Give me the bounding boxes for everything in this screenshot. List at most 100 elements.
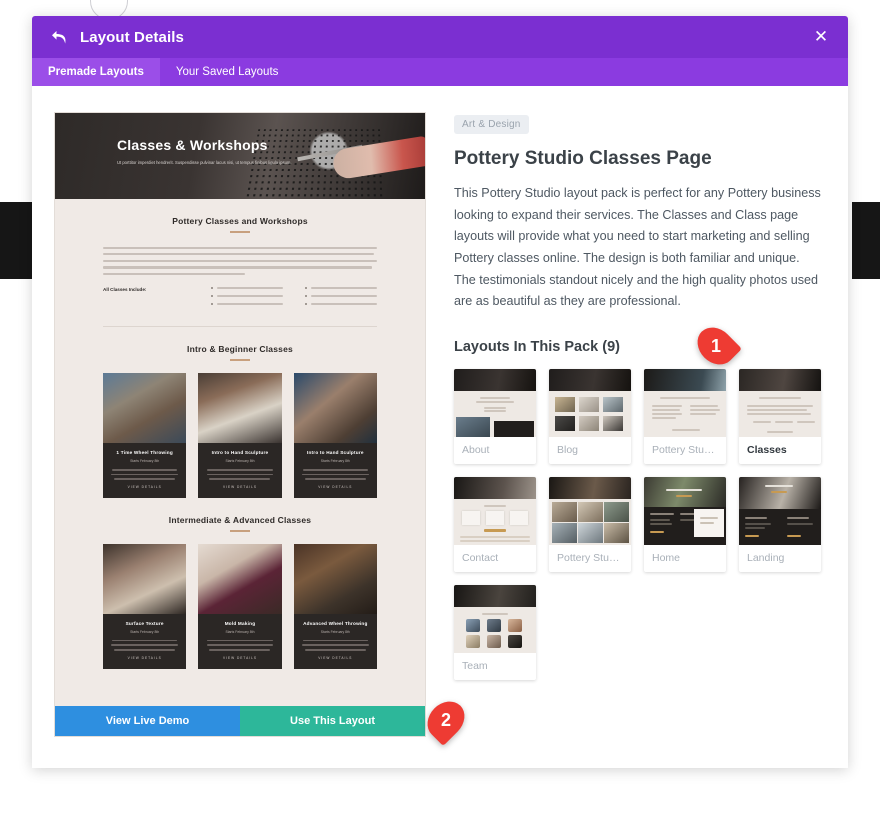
- class-card-cta: VIEW DETAILS: [222, 485, 258, 490]
- class-card-image: [293, 543, 377, 614]
- layout-thumb-about[interactable]: About: [454, 368, 536, 464]
- preview-section-title-2: Intro & Beginner Classes: [187, 344, 293, 355]
- callout-marker-1: 1: [690, 320, 742, 372]
- layout-details-column: Art & Design Pottery Studio Classes Page…: [454, 112, 824, 768]
- divider-rule: [230, 231, 250, 233]
- hero-text-block: Classes & Workshops Ut porttitor imperdi…: [117, 137, 317, 167]
- class-card-title: Intro to Hand Sculpture: [211, 449, 269, 455]
- layout-thumb-home[interactable]: Home: [644, 476, 726, 572]
- layout-thumb-image: [454, 476, 536, 545]
- layout-thumb-image: [644, 368, 726, 437]
- callout-number: 1: [710, 335, 721, 356]
- preview-bullet-list-2: [305, 287, 377, 310]
- class-card-date: Starts February 8th: [130, 629, 160, 634]
- class-card-desc: [205, 468, 274, 481]
- class-card-cta: VIEW DETAILS: [127, 485, 162, 490]
- callout-marker-2: 2: [420, 694, 472, 746]
- class-card-date: Starts February 8th: [320, 458, 350, 463]
- preview-bullet-list-1: [211, 287, 283, 310]
- back-arrow-icon[interactable]: [50, 28, 68, 46]
- layout-thumb-classes[interactable]: Classes: [739, 368, 821, 464]
- layout-thumb-team[interactable]: Team: [454, 584, 536, 680]
- page-title: Pottery Studio Classes Page: [454, 148, 712, 169]
- pack-description: This Pottery Studio layout pack is perfe…: [454, 186, 821, 309]
- preview-section-title-1: Pottery Classes and Workshops: [172, 216, 308, 226]
- layout-thumb-image: [549, 476, 631, 545]
- callout-number: 2: [440, 709, 451, 730]
- tab-premade-layouts[interactable]: Premade Layouts: [32, 58, 160, 86]
- preview-class-card: Mold Making Starts February 8th VIEW DET…: [198, 543, 282, 670]
- modal-header: Layout Details ✕: [32, 16, 848, 58]
- layout-thumb-image: [454, 584, 536, 653]
- layout-thumb-label: About: [462, 443, 490, 456]
- preview-advanced-section: Intermediate & Advanced Classes Surface …: [55, 515, 425, 670]
- class-card-image: [293, 372, 377, 443]
- layout-thumb-blog[interactable]: Blog: [549, 368, 631, 464]
- layout-thumb-landing[interactable]: Landing: [739, 476, 821, 572]
- preview-action-bar: View Live Demo Use This Layout: [55, 706, 425, 736]
- class-card-image: [103, 543, 187, 614]
- layout-preview[interactable]: Classes & Workshops Ut porttitor imperdi…: [54, 112, 426, 737]
- hero-subtitle: Ut porttitor imperdiet hendrerit. Suspen…: [117, 160, 292, 165]
- layout-thumb-label: Pottery Studi...: [652, 443, 721, 456]
- preview-intro-section: Pottery Classes and Workshops All Classe: [55, 216, 425, 328]
- class-card-image: [103, 372, 187, 443]
- preview-hero: Classes & Workshops Ut porttitor imperdi…: [55, 113, 425, 199]
- tab-your-saved-layouts[interactable]: Your Saved Layouts: [160, 58, 295, 86]
- layout-thumb-pottery-studio-2[interactable]: Pottery Studi...: [549, 476, 631, 572]
- preview-beginner-section: Intro & Beginner Classes 1 Time Wheel Th…: [55, 344, 425, 499]
- preview-advanced-cards: Surface Texture Starts February 8th VIEW…: [103, 543, 377, 670]
- class-card-date: Starts February 8th: [225, 629, 255, 634]
- layout-details-modal: Layout Details ✕ Premade Layouts Your Sa…: [32, 16, 848, 768]
- class-card-desc: [110, 468, 179, 481]
- screen-root: Layout Details ✕ Premade Layouts Your Sa…: [0, 0, 880, 830]
- layout-preview-column: Classes & Workshops Ut porttitor imperdi…: [54, 112, 426, 768]
- modal-title: Layout Details: [80, 28, 184, 46]
- class-card-image: [198, 372, 282, 443]
- class-card-cta: VIEW DETAILS: [318, 485, 353, 490]
- layout-thumb-label: Pottery Studi...: [557, 551, 626, 564]
- layout-thumb-label: Classes: [747, 443, 787, 456]
- hero-title: Classes & Workshops: [117, 137, 268, 153]
- preview-section-title-3: Intermediate & Advanced Classes: [168, 515, 312, 526]
- layout-thumb-image: [739, 368, 821, 437]
- modal-body: Classes & Workshops Ut porttitor imperdi…: [32, 86, 848, 768]
- class-card-desc: [301, 639, 370, 652]
- class-card-cta: VIEW DETAILS: [222, 656, 258, 661]
- layout-thumb-label: Blog: [557, 443, 579, 456]
- preview-beginner-cards: 1 Time Wheel Throwing Starts February 8t…: [103, 372, 377, 499]
- layout-thumb-image: [454, 368, 536, 437]
- close-icon[interactable]: ✕: [812, 28, 830, 46]
- class-card-cta: VIEW DETAILS: [318, 656, 353, 661]
- background-page-strip-left: [0, 202, 36, 279]
- preview-class-card: Intro to Hand Sculpture Starts February …: [198, 372, 282, 499]
- divider-rule: [230, 359, 250, 361]
- layout-thumb-image: [549, 368, 631, 437]
- class-card-desc: [301, 468, 370, 481]
- category-badge: Art & Design: [454, 115, 529, 134]
- layouts-thumbnail-grid: About Blog Pottery Studi... Classes Cont…: [454, 368, 824, 680]
- preview-class-card: Intro to Hand Sculpture Starts February …: [293, 372, 377, 499]
- class-card-title: 1 Time Wheel Throwing: [116, 449, 173, 455]
- preview-includes-block: All Classes Include:: [103, 287, 377, 310]
- preview-includes-label: All Classes Include:: [103, 287, 147, 293]
- view-live-demo-button[interactable]: View Live Demo: [55, 706, 240, 736]
- class-card-title: Surface Texture: [125, 620, 164, 626]
- layout-thumb-pottery-studio-1[interactable]: Pottery Studi...: [644, 368, 726, 464]
- preview-paragraph: [103, 246, 377, 276]
- layout-thumb-label: Landing: [747, 551, 785, 564]
- layout-thumb-image: [739, 476, 821, 545]
- layout-thumb-label: Team: [462, 659, 488, 672]
- layouts-in-pack-heading: Layouts In This Pack (9): [454, 338, 620, 355]
- class-card-desc: [110, 639, 179, 652]
- class-card-title: Intro to Hand Sculpture: [306, 449, 364, 455]
- use-this-layout-button[interactable]: Use This Layout: [240, 706, 425, 736]
- builder-bottom-bar: Save Draft Publish: [0, 768, 880, 830]
- divider-rule: [230, 530, 250, 532]
- class-card-title: Advanced Wheel Throwing: [303, 620, 368, 626]
- layout-thumb-label: Home: [652, 551, 681, 564]
- layout-thumb-contact[interactable]: Contact: [454, 476, 536, 572]
- class-card-date: Starts February 8th: [130, 458, 160, 463]
- preview-class-card: Advanced Wheel Throwing Starts February …: [293, 543, 377, 670]
- class-card-cta: VIEW DETAILS: [127, 656, 162, 661]
